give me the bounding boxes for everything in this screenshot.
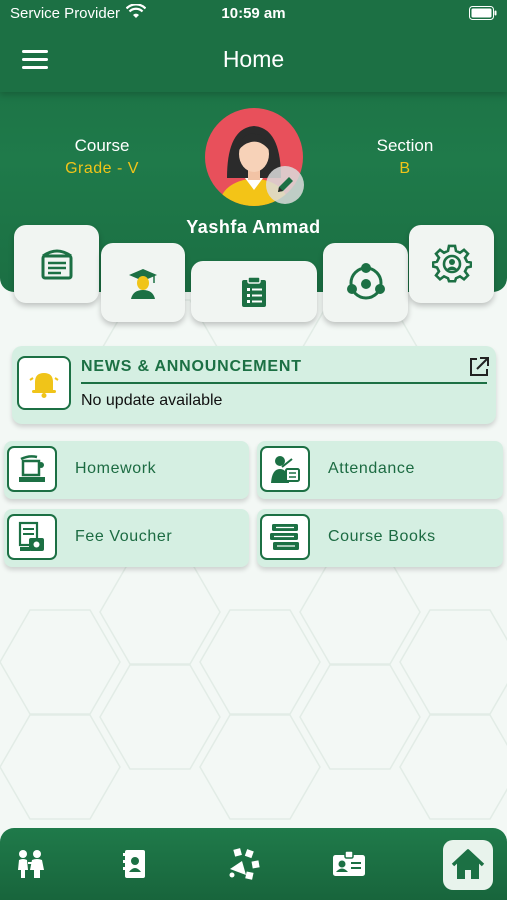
- quick-tile-settings[interactable]: [409, 225, 494, 303]
- section-value: B: [399, 160, 411, 177]
- news-divider: [81, 382, 487, 384]
- nav-family[interactable]: [8, 842, 52, 886]
- news-body: No update available: [81, 392, 223, 409]
- pencil-icon: [278, 177, 293, 192]
- nav-contact-book[interactable]: [113, 842, 157, 886]
- bell-icon: [29, 373, 59, 398]
- fee-voucher-icon: [18, 521, 44, 551]
- books-icon: [270, 524, 299, 550]
- homework-icon-box: [7, 446, 57, 492]
- quick-tile-graduate[interactable]: [101, 243, 185, 322]
- nav-activities[interactable]: [222, 842, 266, 886]
- section-label: Section: [376, 136, 434, 155]
- status-bar: Service Provider 10:59 am: [0, 0, 507, 28]
- edit-profile-button[interactable]: [266, 166, 304, 204]
- family-icon: [18, 850, 44, 878]
- news-title: NEWS & ANNOUNCEMENT: [81, 358, 302, 375]
- report-document-icon: [242, 275, 266, 307]
- fee-voucher-card[interactable]: Fee Voucher: [4, 509, 249, 567]
- nav-id-card[interactable]: [327, 842, 371, 886]
- nav-home[interactable]: [443, 840, 493, 890]
- quick-tile-network[interactable]: [323, 243, 408, 322]
- top-app-bar: Home: [0, 28, 507, 92]
- course-books-card[interactable]: Course Books: [257, 509, 503, 567]
- attendance-icon: [271, 456, 300, 483]
- open-external-icon[interactable]: [468, 356, 490, 378]
- contact-book-icon: [123, 850, 145, 878]
- bottom-navigation: [0, 828, 507, 900]
- news-announcement-card[interactable]: NEWS & ANNOUNCEMENT No update available: [12, 346, 496, 424]
- course-value: Grade - V: [65, 160, 139, 177]
- clock: 10:59 am: [221, 5, 286, 22]
- course-books-label: Course Books: [328, 528, 436, 545]
- course-label: Course: [74, 136, 130, 155]
- battery-icon: [469, 6, 497, 20]
- attendance-icon-box: [260, 446, 310, 492]
- homework-icon: [19, 455, 45, 482]
- group-network-icon: [346, 262, 385, 299]
- attendance-label: Attendance: [328, 460, 415, 477]
- homework-card[interactable]: Homework: [4, 441, 249, 499]
- classroom-board-icon: [41, 249, 72, 280]
- fee-voucher-label: Fee Voucher: [75, 528, 173, 545]
- graduate-icon: [129, 268, 157, 299]
- page-title: Home: [222, 46, 285, 72]
- news-icon-box: [17, 356, 71, 410]
- quick-tile-report[interactable]: [191, 261, 317, 322]
- course-books-icon-box: [260, 514, 310, 560]
- fee-voucher-icon-box: [7, 514, 57, 560]
- homework-label: Homework: [75, 460, 157, 477]
- id-card-icon: [333, 850, 365, 876]
- quick-tile-classroom[interactable]: [14, 225, 99, 303]
- attendance-card[interactable]: Attendance: [257, 441, 503, 499]
- settings-gear-icon: [431, 244, 472, 283]
- home-icon: [451, 849, 485, 879]
- activities-icon: [229, 848, 260, 880]
